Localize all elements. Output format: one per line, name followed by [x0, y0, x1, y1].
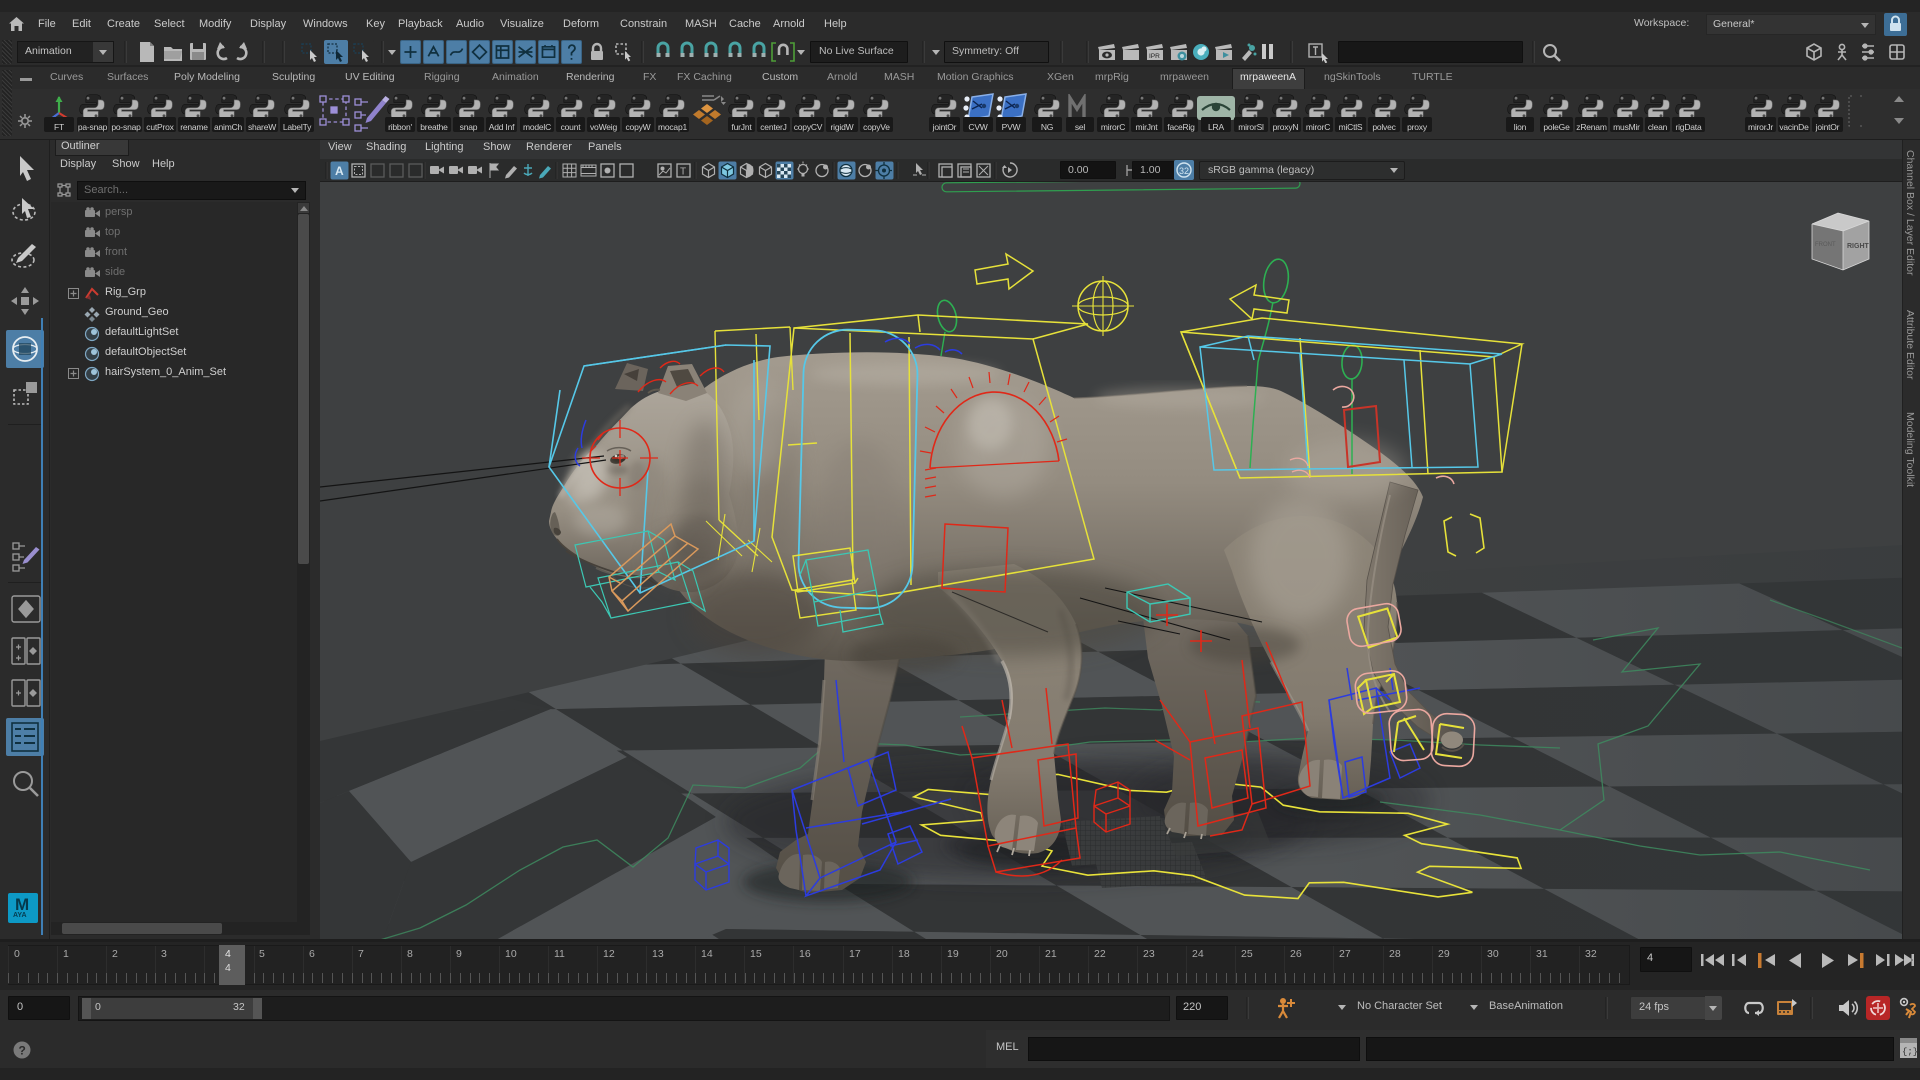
svg-text:T: T: [680, 167, 686, 178]
svg-text:A: A: [335, 164, 344, 178]
svg-text:RIGHT: RIGHT: [1847, 243, 1870, 250]
svg-text:{;}: {;}: [1902, 1047, 1918, 1057]
svg-text:?: ?: [19, 1044, 26, 1058]
svg-text:32: 32: [1179, 166, 1189, 176]
svg-text:IPR: IPR: [1149, 53, 1160, 60]
svg-text:FRONT: FRONT: [1815, 242, 1836, 248]
